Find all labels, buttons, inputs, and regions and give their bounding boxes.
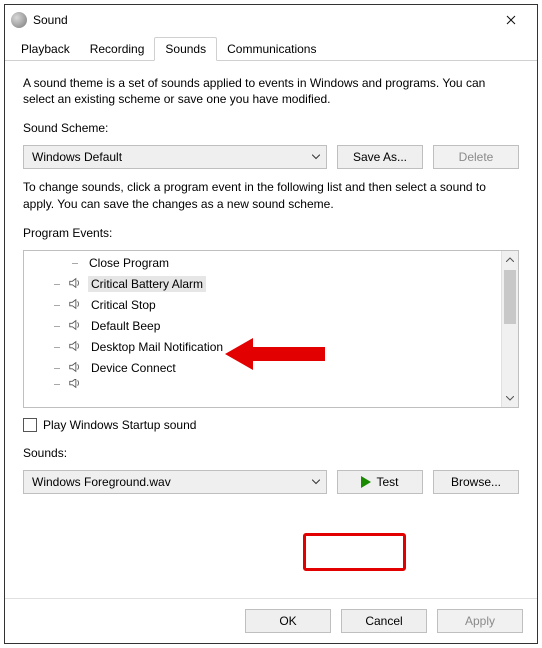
sound-dialog: Sound Playback Recording Sounds Communic… bbox=[5, 5, 537, 643]
tree-branch-icon bbox=[54, 337, 62, 358]
tree-branch-icon bbox=[72, 253, 80, 274]
speaker-icon bbox=[68, 297, 82, 314]
scheme-label: Sound Scheme: bbox=[23, 121, 519, 135]
save-as-button[interactable]: Save As... bbox=[337, 145, 423, 169]
speaker-icon bbox=[68, 339, 82, 356]
theme-description: A sound theme is a set of sounds applied… bbox=[23, 75, 519, 107]
delete-button[interactable]: Delete bbox=[433, 145, 519, 169]
scroll-up-button[interactable] bbox=[502, 251, 518, 268]
scrollbar[interactable] bbox=[501, 251, 518, 407]
close-button[interactable] bbox=[491, 6, 531, 34]
scroll-track[interactable] bbox=[502, 268, 518, 390]
test-button[interactable]: Test bbox=[337, 470, 423, 494]
tree-branch-icon bbox=[54, 295, 62, 316]
event-item[interactable]: Device Connect bbox=[28, 358, 501, 379]
apply-button[interactable]: Apply bbox=[437, 609, 523, 633]
test-button-label: Test bbox=[376, 475, 398, 489]
event-item-label: Close Program bbox=[86, 255, 172, 271]
tabstrip: Playback Recording Sounds Communications bbox=[5, 35, 537, 61]
tab-playback[interactable]: Playback bbox=[11, 38, 80, 60]
tab-sounds[interactable]: Sounds bbox=[154, 37, 217, 61]
tree-branch-icon bbox=[54, 316, 62, 337]
event-item-label: Critical Stop bbox=[88, 297, 159, 313]
change-hint: To change sounds, click a program event … bbox=[23, 179, 519, 211]
event-item-label: Device Connect bbox=[88, 360, 179, 376]
startup-sound-checkbox[interactable] bbox=[23, 418, 37, 432]
event-item-label: Critical Battery Alarm bbox=[88, 276, 206, 292]
event-item[interactable]: Critical Battery Alarm bbox=[28, 274, 501, 295]
scroll-thumb[interactable] bbox=[504, 270, 516, 324]
event-item[interactable]: Desktop Mail Notification bbox=[28, 337, 501, 358]
event-item-label: Desktop Mail Notification bbox=[88, 339, 226, 355]
event-item[interactable]: Critical Stop bbox=[28, 295, 501, 316]
tree-branch-icon bbox=[54, 379, 62, 391]
speaker-icon bbox=[68, 379, 82, 391]
titlebar: Sound bbox=[5, 5, 537, 35]
sounds-panel: A sound theme is a set of sounds applied… bbox=[5, 61, 537, 598]
chevron-down-icon bbox=[312, 479, 320, 484]
speaker-icon bbox=[68, 276, 82, 293]
startup-sound-label: Play Windows Startup sound bbox=[43, 418, 196, 432]
sounds-dropdown[interactable]: Windows Foreground.wav bbox=[23, 470, 327, 494]
sound-scheme-value: Windows Default bbox=[32, 150, 122, 164]
event-item[interactable] bbox=[28, 379, 501, 391]
scroll-down-button[interactable] bbox=[502, 390, 518, 407]
speaker-icon bbox=[68, 360, 82, 377]
dialog-buttons: OK Cancel Apply bbox=[5, 598, 537, 643]
sound-app-icon bbox=[11, 12, 27, 28]
tree-branch-icon bbox=[54, 358, 62, 379]
sounds-label: Sounds: bbox=[23, 446, 519, 460]
sound-scheme-dropdown[interactable]: Windows Default bbox=[23, 145, 327, 169]
cancel-button[interactable]: Cancel bbox=[341, 609, 427, 633]
play-icon bbox=[361, 476, 371, 488]
event-item[interactable]: Default Beep bbox=[28, 316, 501, 337]
window-title: Sound bbox=[33, 13, 491, 27]
chevron-down-icon bbox=[312, 155, 320, 160]
program-events-label: Program Events: bbox=[23, 226, 519, 240]
event-item[interactable]: Close Program bbox=[28, 253, 501, 274]
browse-button[interactable]: Browse... bbox=[433, 470, 519, 494]
program-events-list[interactable]: Close Program Critical Battery Alarm Criti… bbox=[23, 250, 519, 408]
sounds-value: Windows Foreground.wav bbox=[32, 475, 171, 489]
close-icon bbox=[506, 15, 516, 25]
ok-button[interactable]: OK bbox=[245, 609, 331, 633]
event-item-label: Default Beep bbox=[88, 318, 163, 334]
speaker-icon bbox=[68, 318, 82, 335]
tab-recording[interactable]: Recording bbox=[80, 38, 155, 60]
tab-communications[interactable]: Communications bbox=[217, 38, 326, 60]
tree-branch-icon bbox=[54, 274, 62, 295]
